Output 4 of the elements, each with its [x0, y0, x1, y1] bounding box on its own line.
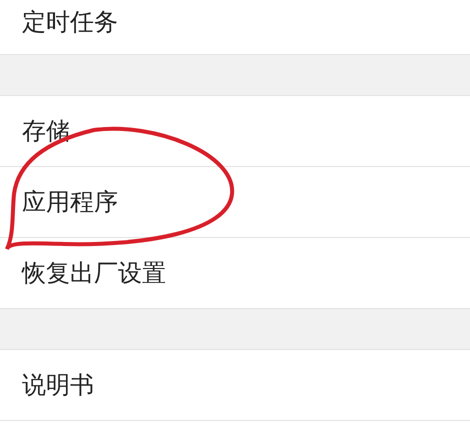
settings-item[interactable]: 定时任务: [22, 4, 118, 40]
settings-item[interactable]: 应用程序: [22, 184, 118, 220]
settings-item[interactable]: 说明书: [22, 367, 94, 403]
settings-item[interactable]: 恢复出厂设置: [22, 255, 166, 291]
